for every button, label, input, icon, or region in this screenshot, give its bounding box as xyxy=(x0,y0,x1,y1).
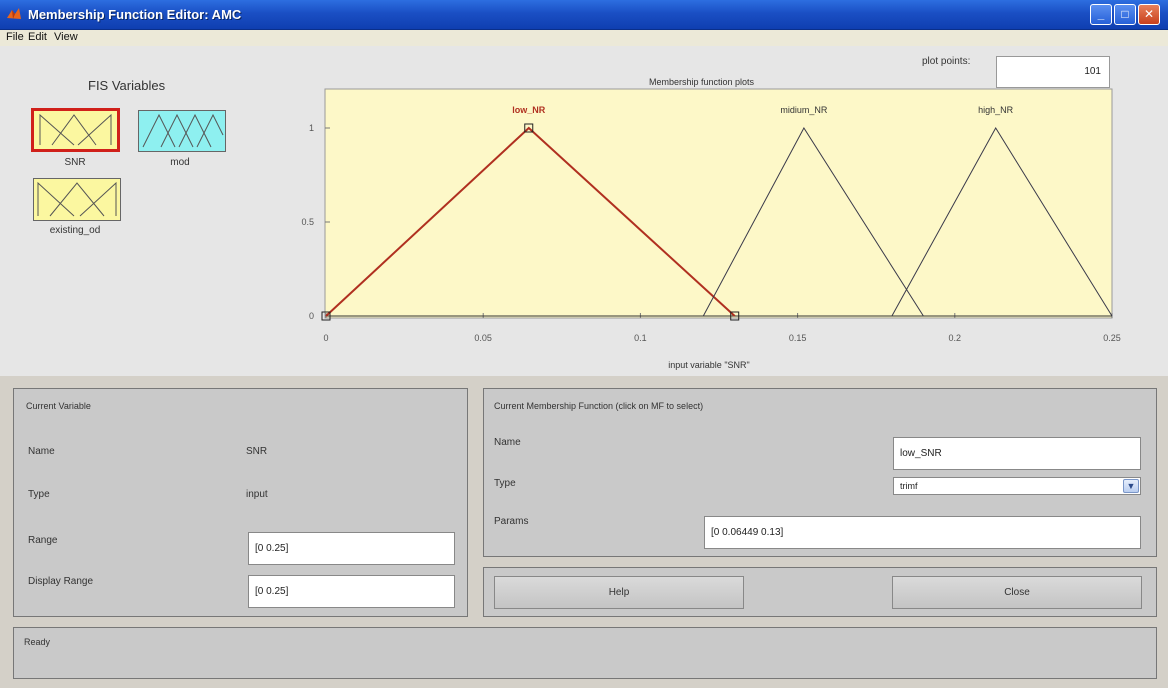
range-label: Range xyxy=(28,535,58,546)
variable-name-label: Name xyxy=(28,446,55,457)
chevron-down-icon[interactable]: ▼ xyxy=(1123,479,1139,493)
mf-name-input[interactable]: low_SNR xyxy=(893,437,1141,470)
current-variable-title: Current Variable xyxy=(26,401,91,411)
mf-params-input[interactable]: [0 0.06449 0.13] xyxy=(704,516,1141,549)
current-mf-panel: Current Membership Function (click on MF… xyxy=(483,388,1157,557)
variable-type-label: Type xyxy=(28,489,50,500)
status-panel: Ready xyxy=(13,627,1157,679)
mf-type-label: Type xyxy=(494,478,516,489)
variable-name-value: SNR xyxy=(246,446,268,457)
mf-label-low_SNR: low_NR xyxy=(512,105,546,115)
display-range-input[interactable]: [0 0.25] xyxy=(248,575,455,608)
mf-name-label: Name xyxy=(494,437,521,448)
current-mf-title: Current Membership Function (click on MF… xyxy=(494,401,704,411)
mf-type-value: trimf xyxy=(900,481,918,491)
range-input[interactable]: [0 0.25] xyxy=(248,532,455,565)
current-variable-panel: Current Variable Name SNR Type input Ran… xyxy=(13,388,468,617)
y-tick-label: 0 xyxy=(309,311,314,321)
display-range-label: Display Range xyxy=(28,576,94,587)
y-tick-label: 0.5 xyxy=(301,217,314,227)
help-button[interactable]: Help xyxy=(494,576,744,609)
membership-function-plot[interactable]: 0 0.5 1 0 0.05 0.1 0.15 0.2 0.25 low_NR midium_N… xyxy=(0,0,1168,380)
x-tick-label: 0.1 xyxy=(634,333,647,343)
mf-type-select[interactable]: trimf ▼ xyxy=(893,477,1141,495)
x-tick-label: 0.15 xyxy=(789,333,807,343)
buttons-panel: Help Close xyxy=(483,567,1157,617)
mf-label-high_SNR: high_NR xyxy=(978,105,1014,115)
x-axis-label: input variable "SNR" xyxy=(668,360,749,370)
close-button[interactable]: Close xyxy=(892,576,1142,609)
mf-params-label: Params xyxy=(494,516,529,527)
mf-label-midium_SNR: midium_NR xyxy=(780,105,828,115)
variable-type-value: input xyxy=(246,489,268,500)
x-tick-label: 0.2 xyxy=(949,333,962,343)
x-tick-label: 0 xyxy=(323,333,328,343)
status-text: Ready xyxy=(24,637,51,647)
plot-area xyxy=(324,88,1113,319)
x-tick-label: 0.25 xyxy=(1103,333,1121,343)
y-tick-label: 1 xyxy=(309,123,314,133)
x-tick-label: 0.05 xyxy=(474,333,492,343)
